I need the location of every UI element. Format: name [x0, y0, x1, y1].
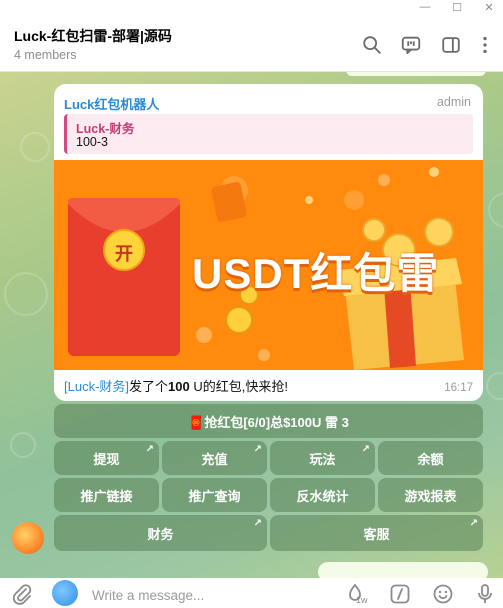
close-window-button[interactable]: ✕: [477, 0, 501, 14]
reply-text: 100-3: [76, 135, 108, 149]
banner-headline: USDT红包雷: [192, 250, 440, 297]
emoji-icon[interactable]: [431, 582, 455, 606]
packet-amount: 100: [168, 379, 190, 394]
send-as-avatar[interactable]: [52, 580, 78, 606]
window-titlebar: — ☐ ✕: [0, 0, 503, 16]
red-packet-banner[interactable]: 开 USDT红包雷: [54, 160, 483, 370]
grab-red-packet-button[interactable]: 🧧抢红包[6/0]总$100U 雷 3: [54, 404, 483, 438]
chat-header[interactable]: Luck-红包扫雷-部署|源码 4 members: [0, 16, 503, 72]
mention-link[interactable]: [Luck-财务]: [64, 379, 129, 394]
comments-icon[interactable]: [400, 34, 422, 56]
red-envelope: [68, 198, 180, 356]
external-link-icon: ↗: [361, 444, 370, 455]
close-icon: ✕: [484, 1, 494, 14]
rules-button[interactable]: 玩法 ↗: [270, 441, 375, 475]
balance-button[interactable]: 余额: [378, 441, 483, 475]
finance-button[interactable]: 财务 ↗: [54, 515, 267, 551]
customer-service-button[interactable]: 客服 ↗: [270, 515, 483, 551]
attach-icon[interactable]: [10, 582, 34, 606]
external-link-icon: ↗: [469, 518, 478, 529]
search-icon[interactable]: [361, 34, 383, 56]
chat-title[interactable]: Luck-红包扫雷-部署|源码: [14, 26, 172, 46]
external-link-icon: ↗: [253, 444, 262, 455]
open-char: 开: [115, 244, 133, 264]
microphone-icon[interactable]: [473, 582, 497, 606]
reply-quote[interactable]: Luck-财务 100-3: [64, 114, 473, 154]
message-caption: [Luck-财务]发了个100 U的红包,快来抢!: [64, 379, 288, 394]
sidebar-toggle-icon[interactable]: [440, 34, 462, 56]
referral-link-button[interactable]: 推广链接: [54, 478, 159, 512]
minimize-icon: —: [419, 1, 431, 13]
external-link-icon: ↗: [253, 518, 262, 529]
timer-label: 1w: [356, 595, 368, 605]
bot-commands-icon[interactable]: [388, 582, 412, 606]
deposit-button[interactable]: 充值 ↗: [162, 441, 267, 475]
external-link-icon: ↗: [145, 444, 154, 455]
referral-query-button[interactable]: 推广查询: [162, 478, 267, 512]
message-time: 16:17: [444, 382, 473, 394]
previous-message-edge: [346, 72, 486, 76]
next-message-edge: [318, 562, 488, 578]
message-input[interactable]: [92, 585, 332, 605]
admin-badge: admin: [436, 95, 471, 109]
member-count: 4 members: [14, 48, 77, 62]
game-report-button[interactable]: 游戏报表: [378, 478, 483, 512]
maximize-icon: ☐: [452, 1, 462, 14]
sender-name[interactable]: Luck红包机器人: [64, 94, 159, 113]
more-options-icon[interactable]: [474, 34, 496, 56]
rebate-stats-button[interactable]: 反水统计: [270, 478, 375, 512]
minimize-button[interactable]: —: [413, 0, 437, 14]
message-composer: 1w: [0, 578, 503, 608]
bot-avatar[interactable]: [12, 522, 44, 554]
message-bubble[interactable]: Luck红包机器人 admin Luck-财务 100-3 开 USDT红包雷 …: [54, 84, 483, 401]
withdraw-button[interactable]: 提现 ↗: [54, 441, 159, 475]
maximize-button[interactable]: ☐: [445, 0, 469, 14]
